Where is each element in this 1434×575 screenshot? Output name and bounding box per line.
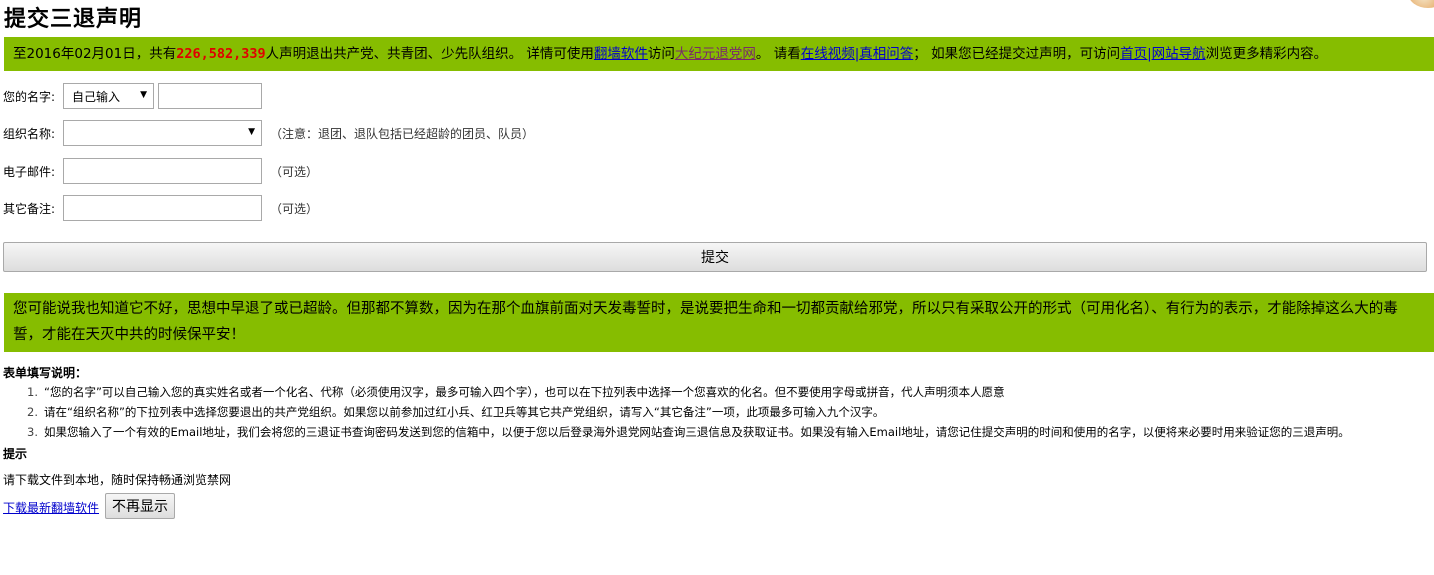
tip-title: 提示 (3, 447, 28, 461)
qa-link[interactable]: 真相问答 (859, 46, 913, 62)
banner-count-suffix: 人声明退出共产党、共青团、少先队组织。 详情可使用 (265, 46, 594, 62)
org-row: 组织名称: ▼ （注意：退团、退队包括已经超龄的团员、队员） (3, 120, 534, 146)
remark-row: 其它备注: （可选） (3, 195, 318, 221)
instructions-title: 表单填写说明： (3, 366, 88, 380)
list-item-number: 2. (27, 405, 38, 419)
dajiyuan-link[interactable]: 大纪元退党网 (675, 46, 756, 62)
dont-show-again-button[interactable]: 不再显示 (105, 493, 175, 519)
org-label: 组织名称: (3, 126, 56, 141)
banner-watch-text: 。 请看 (755, 46, 801, 62)
download-software-link[interactable]: 下载最新翻墙软件 (3, 499, 99, 516)
name-select-value: 自己输入 (72, 89, 121, 104)
email-row: 电子邮件: （可选） (3, 158, 318, 184)
email-input[interactable] (63, 158, 262, 184)
tip-text: 请下载文件到本地，随时保持畅通浏览禁网 (3, 473, 232, 487)
list-item-text: 请在“组织名称”的下拉列表中选择您要退出的共产党组织。如果您以前参加过红小兵、红… (44, 405, 885, 419)
banner-visit-text: 访问 (647, 46, 675, 62)
software-link[interactable]: 翻墙软件 (594, 46, 648, 62)
corner-decoration (1408, 0, 1434, 8)
remark-label: 其它备注: (3, 201, 56, 216)
submit-button[interactable]: 提交 (3, 242, 1427, 272)
list-item-number: 1. (27, 385, 38, 399)
site-nav-link[interactable]: 网站导航 (1152, 46, 1206, 62)
instructions-list: 1. “您的名字”可以自己输入您的真实姓名或者一个化名、代称（必须使用汉字，最多可… (27, 383, 1350, 443)
statistics-banner: 至2016年02月01日，共有226,582,339人声明退出共产党、共青团、少… (4, 37, 1434, 71)
banner-prefix-text: 至2016年02月01日，共有 (13, 46, 177, 62)
name-input[interactable] (158, 83, 262, 109)
remark-optional-note: （可选） (270, 201, 319, 216)
org-select[interactable]: ▼ (63, 120, 262, 146)
page-title: 提交三退声明 (4, 6, 143, 32)
video-link[interactable]: 在线视频 (801, 46, 855, 62)
email-label: 电子邮件: (3, 164, 56, 179)
dropdown-arrow-icon: ▼ (248, 127, 255, 137)
name-select[interactable]: 自己输入 ▼ (63, 83, 154, 109)
notice-banner: 您可能说我也知道它不好，思想中早退了或已超龄。但那都不算数，因为在那个血旗前面对… (4, 293, 1434, 352)
name-label: 您的名字: (3, 89, 56, 104)
list-item-text: “您的名字”可以自己输入您的真实姓名或者一个化名、代称（必须使用汉字，最多可输入… (44, 385, 1005, 399)
notice-text: 您可能说我也知道它不好，思想中早退了或已超龄。但那都不算数，因为在那个血旗前面对… (13, 301, 1398, 343)
home-link[interactable]: 首页 (1120, 46, 1147, 62)
name-row: 您的名字: 自己输入 ▼ (3, 83, 262, 109)
list-item: 3. 如果您输入了一个有效的Email地址，我们会将您的三退证书查询密码发送到您的… (27, 423, 1350, 443)
email-optional-note: （可选） (270, 164, 319, 179)
banner-if-text: ； 如果您已经提交过声明，可访问 (913, 46, 1121, 62)
list-item: 2. 请在“组织名称”的下拉列表中选择您要退出的共产党组织。如果您以前参加过红小兵… (27, 403, 1350, 423)
org-note: （注意：退团、退队包括已经超龄的团员、队员） (270, 126, 535, 141)
list-item-number: 3. (27, 425, 38, 439)
list-item-text: 如果您输入了一个有效的Email地址，我们会将您的三退证书查询密码发送到您的信箱… (44, 425, 1350, 439)
banner-end-text: 浏览更多精彩内容。 (1205, 46, 1328, 62)
withdrawal-count: 226,582,339 (176, 46, 266, 62)
dropdown-arrow-icon: ▼ (140, 90, 147, 100)
list-item: 1. “您的名字”可以自己输入您的真实姓名或者一个化名、代称（必须使用汉字，最多可… (27, 383, 1350, 403)
remark-input[interactable] (63, 195, 262, 221)
